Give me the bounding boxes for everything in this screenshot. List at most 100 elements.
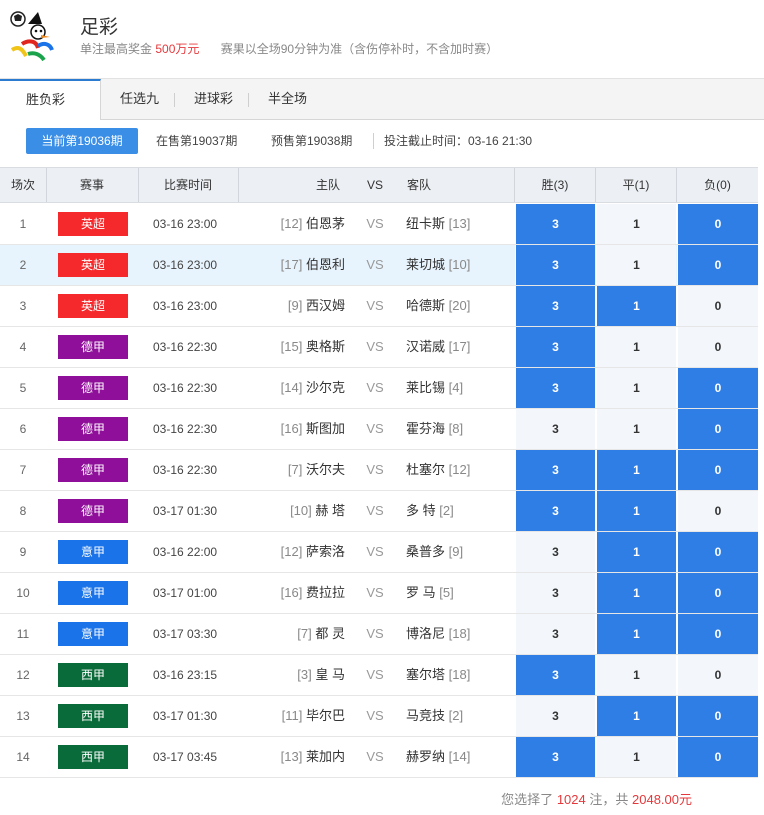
period-on-sale-button[interactable]: 在售第19037期 — [156, 128, 237, 154]
option-loss-0[interactable]: 0 — [677, 614, 758, 654]
away-team: 汉诺威 [17] — [406, 327, 516, 367]
option-draw-1[interactable]: 1 — [596, 491, 676, 531]
period-presale-button[interactable]: 预售第19038期 — [271, 128, 352, 154]
option-loss-0[interactable]: 0 — [677, 245, 758, 285]
home-team-name: 赫 塔 — [315, 503, 345, 518]
option-win-3[interactable]: 3 — [515, 614, 595, 654]
home-team-name: 都 灵 — [315, 626, 345, 641]
option-win-3[interactable]: 3 — [515, 409, 595, 449]
option-loss-0[interactable]: 0 — [677, 286, 758, 326]
home-team: [11] 毕尔巴 — [243, 696, 345, 736]
option-draw-1[interactable]: 1 — [596, 368, 676, 408]
option-win-3[interactable]: 3 — [515, 327, 595, 367]
option-draw-1[interactable]: 1 — [596, 450, 676, 490]
away-rank: [20] — [448, 298, 471, 313]
period-current-button[interactable]: 当前第19036期 — [26, 128, 138, 154]
option-loss-0[interactable]: 0 — [677, 327, 758, 367]
option-loss-0[interactable]: 0 — [677, 368, 758, 408]
option-draw-1[interactable]: 1 — [596, 204, 676, 244]
option-win-3[interactable]: 3 — [515, 245, 595, 285]
option-draw-1[interactable]: 1 — [596, 532, 676, 572]
option-win-3[interactable]: 3 — [515, 204, 595, 244]
option-loss-0[interactable]: 0 — [677, 737, 758, 777]
option-win-3[interactable]: 3 — [515, 450, 595, 490]
option-loss-0[interactable]: 0 — [677, 655, 758, 695]
option-win-3[interactable]: 3 — [515, 737, 595, 777]
tab-jinqiucai[interactable]: 进球彩 — [194, 79, 233, 120]
lottery-logo-icon — [10, 11, 54, 62]
option-draw-1[interactable]: 1 — [596, 614, 676, 654]
option-draw-1[interactable]: 1 — [596, 409, 676, 449]
home-rank: [10] — [290, 503, 312, 518]
home-team-name: 伯恩茅 — [305, 216, 345, 231]
option-win-3[interactable]: 3 — [515, 532, 595, 572]
option-loss-0[interactable]: 0 — [677, 204, 758, 244]
away-rank: [18] — [448, 626, 471, 641]
home-team-name: 毕尔巴 — [305, 708, 345, 723]
option-draw-1[interactable]: 1 — [596, 245, 676, 285]
option-win-3[interactable]: 3 — [515, 491, 595, 531]
away-rank: [9] — [448, 544, 464, 559]
vs-label: VS — [366, 257, 384, 272]
league-badge: 意甲 — [58, 622, 128, 646]
option-draw-1[interactable]: 1 — [596, 573, 676, 613]
league-badge: 英超 — [58, 294, 128, 318]
home-team: [12] 伯恩茅 — [243, 204, 345, 244]
home-team: [12] 萨索洛 — [243, 532, 345, 572]
option-draw-1[interactable]: 1 — [596, 696, 676, 736]
away-rank: [12] — [448, 462, 471, 477]
tab-renxuanjiu[interactable]: 任选九 — [120, 79, 159, 120]
home-rank: [11] — [281, 708, 303, 723]
match-time: 03-16 22:30 — [153, 463, 218, 477]
vs-label: VS — [366, 298, 384, 313]
vs-label: VS — [366, 339, 384, 354]
away-rank: [14] — [448, 749, 471, 764]
league-badge: 西甲 — [58, 745, 128, 769]
header-away: 客队 — [406, 178, 431, 192]
tab-banquanchang[interactable]: 半全场 — [268, 79, 307, 120]
home-team: [16] 费拉拉 — [243, 573, 345, 613]
away-team-name: 桑普多 — [406, 544, 446, 559]
option-draw-1[interactable]: 1 — [596, 286, 676, 326]
option-draw-1[interactable]: 1 — [596, 655, 676, 695]
vs-label: VS — [366, 462, 384, 477]
home-team: [16] 斯图加 — [243, 409, 345, 449]
league-badge: 英超 — [58, 212, 128, 236]
league-badge: 德甲 — [58, 376, 128, 400]
away-team: 杜塞尔 [12] — [406, 450, 516, 490]
vs-label: VS — [366, 544, 384, 559]
option-win-3[interactable]: 3 — [515, 573, 595, 613]
away-rank: [10] — [448, 257, 471, 272]
vs-label: VS — [366, 749, 384, 764]
table-row: 8 德甲 03-17 01:30 [10] 赫 塔 VS 多 特 [2] 3 1 0 — [0, 491, 758, 532]
option-loss-0[interactable]: 0 — [677, 573, 758, 613]
league-badge: 意甲 — [58, 540, 128, 564]
bet-count: 1024 — [556, 792, 586, 807]
league-badge: 德甲 — [58, 335, 128, 359]
option-win-3[interactable]: 3 — [515, 696, 595, 736]
match-time: 03-16 23:00 — [153, 299, 218, 313]
period-selector: 当前第19036期 在售第19037期 预售第19038期 投注截止时间：03-… — [0, 120, 764, 162]
option-win-3[interactable]: 3 — [515, 286, 595, 326]
match-table-header: 场次 赛事 比赛时间 主队 VS 客队 胜(3) 平(1) 负(0) — [0, 167, 758, 203]
away-team: 博洛尼 [18] — [406, 614, 516, 654]
option-draw-1[interactable]: 1 — [596, 327, 676, 367]
league-badge: 英超 — [58, 253, 128, 277]
option-draw-1[interactable]: 1 — [596, 737, 676, 777]
option-loss-0[interactable]: 0 — [677, 491, 758, 531]
away-team-name: 纽卡斯 — [406, 216, 446, 231]
option-loss-0[interactable]: 0 — [677, 696, 758, 736]
option-loss-0[interactable]: 0 — [677, 450, 758, 490]
tab-shengfucai[interactable]: 胜负彩 — [0, 79, 101, 121]
summary-mid: 注，共 — [589, 792, 629, 807]
vs-label: VS — [366, 708, 384, 723]
option-win-3[interactable]: 3 — [515, 655, 595, 695]
option-loss-0[interactable]: 0 — [677, 532, 758, 572]
home-rank: [12] — [280, 544, 303, 559]
option-loss-0[interactable]: 0 — [677, 409, 758, 449]
option-win-3[interactable]: 3 — [515, 368, 595, 408]
match-number: 7 — [19, 463, 27, 477]
header: 足彩 单注最高奖金 500万元 赛果以全场90分钟为准（含伤停补时，不含加时赛） — [0, 0, 764, 72]
away-team-name: 莱比锡 — [406, 380, 446, 395]
match-number: 8 — [19, 504, 27, 518]
